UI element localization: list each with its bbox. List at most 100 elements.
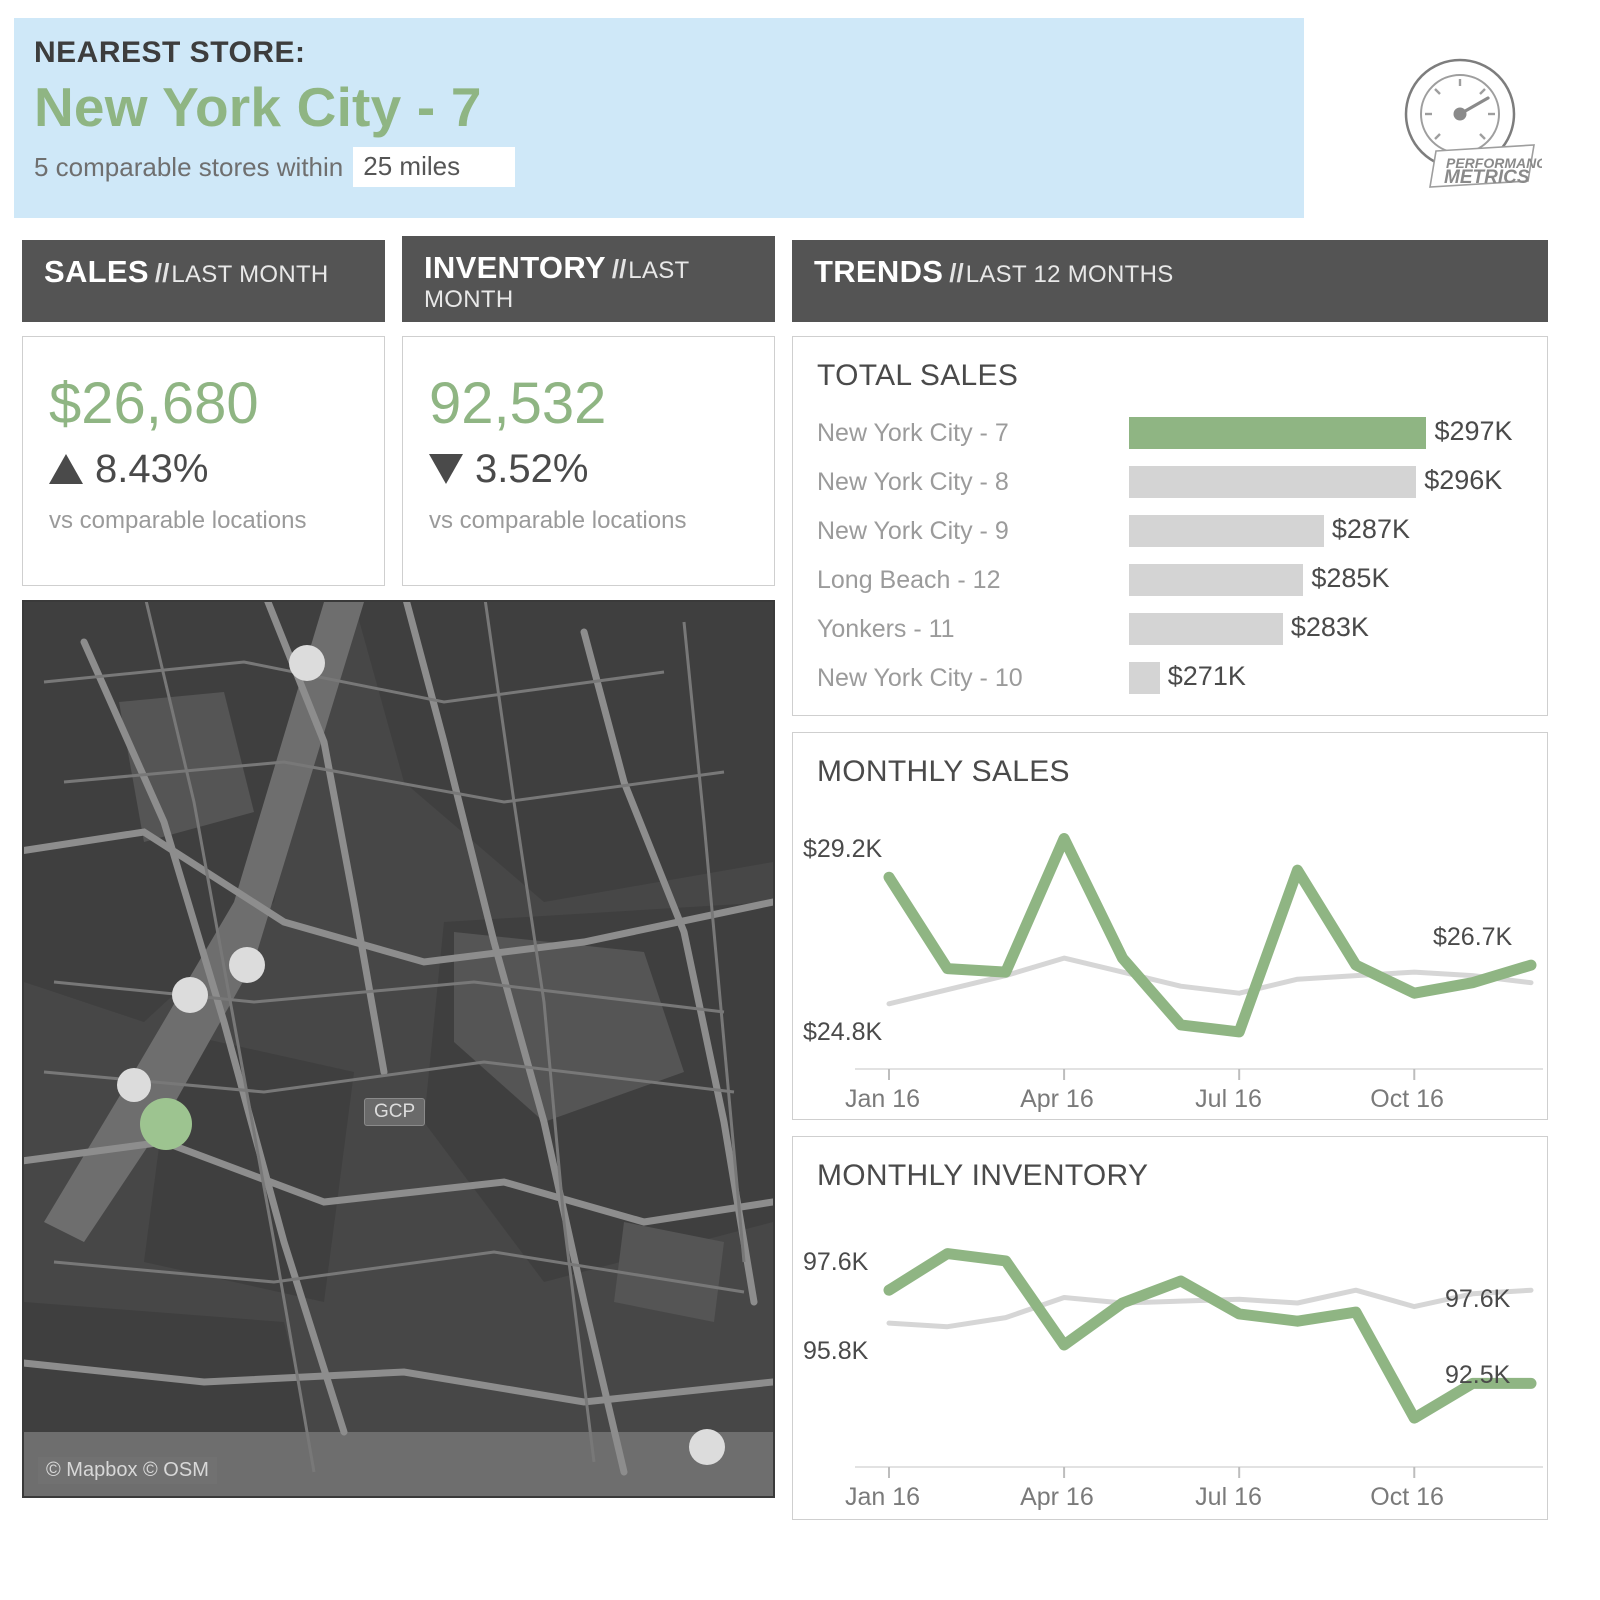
bar-value-label: $297K — [1434, 416, 1513, 446]
bar-chart-row[interactable]: Long Beach - 12 $285K — [793, 556, 1547, 605]
total-sales-bar-chart: New York City - 7 $297K New York City - 8 $… — [793, 409, 1547, 703]
series-start-label: 97.6K — [803, 1248, 869, 1277]
comparable-store-marker — [289, 645, 325, 681]
line-chart-canvas — [855, 1248, 1543, 1478]
performance-metrics-logo: PERFORMANCE METRICS — [1382, 46, 1556, 196]
bar-value-label: $283K — [1290, 612, 1369, 642]
radius-input[interactable] — [353, 147, 516, 188]
x-axis-tick-label: Apr 16 — [1020, 1085, 1094, 1113]
map-place-label: GCP — [364, 1098, 426, 1126]
bar-category-label: New York City - 7 — [817, 419, 1009, 447]
sales-kpi-value: $26,680 — [49, 371, 259, 436]
store-location-map[interactable]: GCP © Mapbox © OSM — [22, 600, 775, 1498]
comparable-store-marker — [229, 947, 265, 983]
bar-chart-row[interactable]: Yonkers - 11 $283K — [793, 605, 1547, 654]
x-axis-tick-label: Jan 16 — [845, 1085, 921, 1113]
section-header-inventory: INVENTORY//LAST MONTH — [402, 236, 775, 322]
inventory-kpi-value: 92,532 — [429, 371, 607, 436]
bar-track: $296K — [1129, 458, 1547, 507]
x-axis-tick-label: Oct 16 — [1370, 1483, 1444, 1511]
store-header-banner: NEAREST STORE: New York City - 7 5 compa… — [14, 18, 1304, 218]
sales-kpi-delta: 8.43% — [49, 449, 384, 489]
kpi-card-sales: $26,680 8.43% vs comparable locations — [22, 336, 385, 586]
trends-header-title: TRENDS — [814, 254, 944, 289]
monthly-sales-panel: MONTHLY SALES Jan 16 Apr 16 Jul 16 Oct 16 $2… — [792, 732, 1548, 1120]
section-header-sales: SALES//LAST MONTH — [22, 240, 385, 322]
map-attribution: © Mapbox © OSM — [38, 1457, 217, 1484]
total-sales-panel: TOTAL SALES New York City - 7 $297K New Yo… — [792, 336, 1548, 716]
bar-category-label: Yonkers - 11 — [817, 615, 955, 643]
sales-kpi-delta-value: 8.43% — [95, 447, 209, 491]
x-axis-tick-label: Jan 16 — [845, 1483, 921, 1511]
sales-header-title: SALES — [44, 254, 149, 289]
logo-line2: METRICS — [1444, 167, 1530, 188]
bar-category-label: Long Beach - 12 — [817, 566, 1001, 594]
series-end-label: $26.7K — [1433, 923, 1513, 951]
comparable-end-label: 92.5K — [1445, 1361, 1511, 1389]
bar-category-label: New York City - 8 — [817, 468, 1009, 496]
monthly-inventory-title: MONTHLY INVENTORY — [817, 1159, 1149, 1192]
triangle-down-icon — [429, 454, 463, 484]
section-header-trends: TRENDS//LAST 12 MONTHS — [792, 240, 1548, 322]
trends-header-separator: // — [949, 258, 964, 288]
dashboard-root: NEAREST STORE: New York City - 7 5 compa… — [0, 0, 1600, 1600]
series-end-label: 97.6K — [1445, 1285, 1511, 1313]
bar-chart-row[interactable]: New York City - 8 $296K — [793, 458, 1547, 507]
monthly-inventory-line-chart: Jan 16 Apr 16 Jul 16 Oct 16 97.6K 95.8K 97.6K 9… — [793, 1193, 1549, 1511]
kpi-card-inventory: 92,532 3.52% vs comparable locations — [402, 336, 775, 586]
bar-track: $297K — [1129, 409, 1547, 458]
inventory-kpi-delta-value: 3.52% — [475, 447, 589, 491]
bar-fill — [1129, 417, 1427, 449]
bar-track: $271K — [1129, 654, 1547, 703]
bar-chart-row[interactable]: New York City - 7 $297K — [793, 409, 1547, 458]
bar-value-label: $271K — [1167, 661, 1246, 691]
sales-kpi-note: vs comparable locations — [49, 507, 307, 534]
inventory-header-title: INVENTORY — [424, 250, 606, 285]
comparable-start-label: 95.8K — [803, 1337, 869, 1366]
trends-header-subtitle: LAST 12 MONTHS — [965, 261, 1174, 288]
x-axis-tick-label: Apr 16 — [1020, 1483, 1094, 1511]
map-canvas — [24, 602, 773, 1496]
bar-track: $285K — [1129, 556, 1547, 605]
series-start-label: $29.2K — [803, 835, 883, 864]
sales-header-subtitle: LAST MONTH — [171, 261, 329, 288]
nearest-store-kicker: NEAREST STORE: — [34, 36, 306, 69]
bar-fill — [1129, 564, 1304, 596]
store-name-title: New York City - 7 — [34, 76, 482, 138]
total-sales-title: TOTAL SALES — [817, 359, 1019, 392]
triangle-up-icon — [49, 454, 83, 484]
store-series-line — [883, 1248, 1537, 1424]
monthly-inventory-panel: MONTHLY INVENTORY Jan 16 Apr 16 Jul 16 Oct … — [792, 1136, 1548, 1520]
x-axis-tick-label: Oct 16 — [1370, 1085, 1444, 1113]
bar-fill — [1129, 515, 1324, 547]
comparable-series-line — [886, 955, 1534, 1007]
bar-value-label: $296K — [1424, 465, 1503, 495]
monthly-sales-line-chart: Jan 16 Apr 16 Jul 16 Oct 16 $29.2K $24.8K $26.… — [793, 789, 1549, 1113]
bar-fill — [1129, 613, 1283, 645]
sales-header-separator: // — [154, 258, 170, 288]
comparable-start-label: $24.8K — [803, 1017, 883, 1046]
speedometer-gauge-icon: PERFORMANCE METRICS — [1404, 58, 1556, 188]
bar-value-label: $285K — [1311, 563, 1390, 593]
bar-track: $287K — [1129, 507, 1547, 556]
comparable-store-marker — [117, 1068, 151, 1102]
inventory-kpi-delta: 3.52% — [429, 449, 774, 489]
monthly-sales-title: MONTHLY SALES — [817, 755, 1070, 788]
bar-chart-row[interactable]: New York City - 9 $287K — [793, 507, 1547, 556]
bar-category-label: New York City - 9 — [817, 517, 1009, 545]
comparable-store-marker — [172, 977, 208, 1013]
comparable-store-marker — [689, 1429, 725, 1465]
bar-chart-row[interactable]: New York City - 10 $271K — [793, 654, 1547, 703]
bar-fill — [1129, 466, 1417, 498]
x-axis-tick-label: Jul 16 — [1195, 1085, 1262, 1113]
inventory-header-separator: // — [611, 254, 627, 284]
bar-track: $283K — [1129, 605, 1547, 654]
bar-category-label: New York City - 10 — [817, 664, 1023, 692]
x-axis-tick-label: Jul 16 — [1195, 1483, 1262, 1511]
comparable-stores-label: 5 comparable stores within — [34, 151, 344, 182]
comparable-stores-row: 5 comparable stores within — [34, 147, 1304, 188]
inventory-kpi-note: vs comparable locations — [429, 507, 687, 534]
bar-fill — [1129, 662, 1160, 694]
selected-store-marker — [140, 1098, 192, 1150]
bar-value-label: $287K — [1331, 514, 1410, 544]
